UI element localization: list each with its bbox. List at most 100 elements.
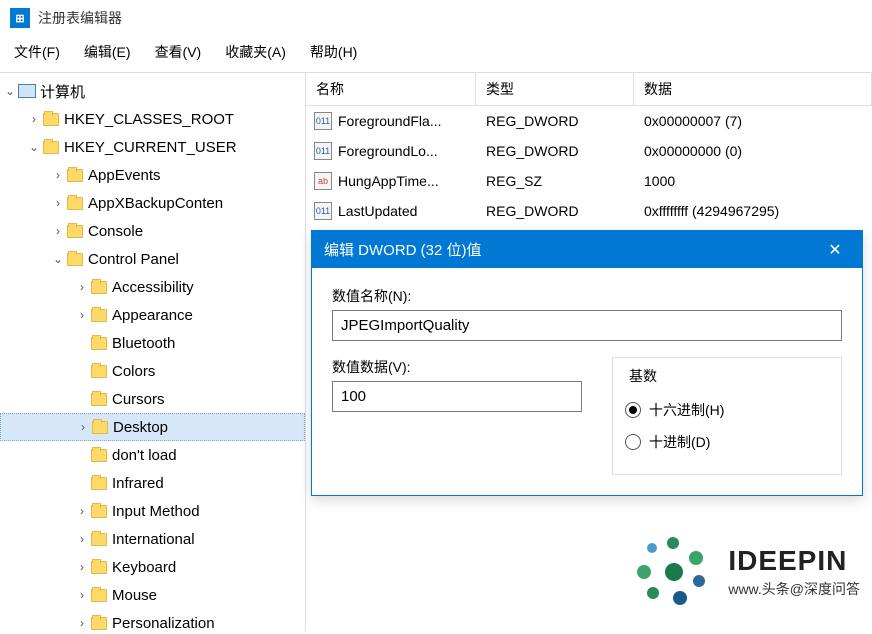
close-icon[interactable]: ✕ [820, 240, 850, 260]
chevron-down-icon[interactable]: ⌄ [50, 252, 66, 266]
value-icon: ab [314, 172, 332, 190]
title-bar: ⊞ 注册表编辑器 [0, 0, 872, 36]
logo-icon [631, 529, 716, 614]
tree-bluetooth[interactable]: Bluetooth [0, 329, 305, 357]
value-data: 0xffffffff (4294967295) [634, 203, 872, 219]
tree-dontload[interactable]: don't load [0, 441, 305, 469]
value-name: ForegroundFla... [338, 113, 442, 129]
tree-accessibility[interactable]: › Accessibility [0, 273, 305, 301]
chevron-right-icon[interactable]: › [50, 196, 66, 210]
table-row[interactable]: 011LastUpdatedREG_DWORD0xffffffff (42949… [306, 196, 872, 226]
value-data: 0x00000007 (7) [634, 113, 872, 129]
chevron-right-icon[interactable]: › [74, 532, 90, 546]
tree-cursors[interactable]: Cursors [0, 385, 305, 413]
radio-dec[interactable]: 十进制(D) [625, 426, 829, 458]
menu-view[interactable]: 查看(V) [155, 42, 202, 62]
menu-edit[interactable]: 编辑(E) [84, 42, 131, 62]
value-type: REG_SZ [476, 173, 634, 189]
watermark-sub: www.头条@深度问答 [728, 579, 860, 599]
value-name-input[interactable] [332, 310, 842, 341]
radio-hex-label: 十六进制(H) [649, 400, 724, 420]
tree-hkcu[interactable]: ⌄ HKEY_CURRENT_USER [0, 133, 305, 161]
chevron-right-icon[interactable]: › [74, 616, 90, 630]
table-row[interactable]: 011ForegroundFla...REG_DWORD0x00000007 (… [306, 106, 872, 136]
folder-icon [90, 502, 108, 520]
radio-hex[interactable]: 十六进制(H) [625, 394, 829, 426]
folder-icon [91, 418, 109, 436]
menu-file[interactable]: 文件(F) [14, 42, 60, 62]
tree-label: Cursors [112, 391, 165, 408]
tree-international[interactable]: › International [0, 525, 305, 553]
list-header: 名称 类型 数据 [306, 73, 872, 106]
menu-favorites[interactable]: 收藏夹(A) [225, 42, 286, 62]
tree-console[interactable]: › Console [0, 217, 305, 245]
folder-icon [66, 166, 84, 184]
tree-desktop[interactable]: › Desktop [0, 413, 305, 441]
pc-icon [18, 82, 36, 100]
table-row[interactable]: 011ForegroundLo...REG_DWORD0x00000000 (0… [306, 136, 872, 166]
table-row[interactable]: ab HungAppTime... REG_SZ1000 [306, 166, 872, 196]
app-title: 注册表编辑器 [38, 8, 122, 28]
chevron-right-icon[interactable]: › [26, 112, 42, 126]
tree-panel[interactable]: ⌄ 计算机 › HKEY_CLASSES_ROOT ⌄ HKEY_CURRENT… [0, 73, 306, 631]
value-type: REG_DWORD [476, 113, 634, 129]
tree-label: Control Panel [88, 251, 179, 268]
tree-label: AppXBackupConten [88, 195, 223, 212]
tree-inputmethod[interactable]: › Input Method [0, 497, 305, 525]
dialog-titlebar: 编辑 DWORD (32 位)值 ✕ [312, 231, 862, 268]
chevron-right-icon[interactable]: › [74, 504, 90, 518]
tree-label: don't load [112, 447, 177, 464]
col-header-data[interactable]: 数据 [634, 73, 872, 105]
col-header-name[interactable]: 名称 [306, 73, 476, 105]
app-icon: ⊞ [10, 8, 30, 28]
tree-appxbackup[interactable]: › AppXBackupConten [0, 189, 305, 217]
folder-icon [90, 530, 108, 548]
value-icon: 011 [314, 202, 332, 220]
folder-icon [90, 474, 108, 492]
chevron-right-icon[interactable]: › [75, 420, 91, 434]
tree-mouse[interactable]: › Mouse [0, 581, 305, 609]
folder-icon [66, 194, 84, 212]
value-data-label: 数值数据(V): [332, 357, 582, 377]
value-name: HungAppTime... [338, 173, 439, 189]
value-data-input[interactable] [332, 381, 582, 412]
chevron-right-icon[interactable]: › [50, 224, 66, 238]
folder-icon [90, 362, 108, 380]
tree-colors[interactable]: Colors [0, 357, 305, 385]
folder-icon [42, 138, 60, 156]
tree-label: Personalization [112, 615, 215, 632]
chevron-right-icon[interactable]: › [74, 308, 90, 322]
folder-icon [90, 306, 108, 324]
tree-label: 计算机 [40, 81, 85, 102]
tree-label: Keyboard [112, 559, 176, 576]
chevron-right-icon[interactable]: › [74, 588, 90, 602]
tree-label: International [112, 531, 195, 548]
tree-appearance[interactable]: › Appearance [0, 301, 305, 329]
chevron-down-icon[interactable]: ⌄ [26, 140, 42, 154]
value-type: REG_DWORD [476, 143, 634, 159]
col-header-type[interactable]: 类型 [476, 73, 634, 105]
tree-label: HKEY_CLASSES_ROOT [64, 111, 234, 128]
tree-label: Bluetooth [112, 335, 175, 352]
chevron-right-icon[interactable]: › [74, 560, 90, 574]
chevron-right-icon[interactable]: › [50, 168, 66, 182]
tree-appevents[interactable]: › AppEvents [0, 161, 305, 189]
menu-help[interactable]: 帮助(H) [310, 42, 357, 62]
chevron-right-icon[interactable]: › [74, 280, 90, 294]
folder-icon [90, 614, 108, 631]
chevron-down-icon[interactable]: ⌄ [2, 84, 18, 98]
watermark-brand: IDEEPIN [728, 545, 860, 577]
tree-root[interactable]: ⌄ 计算机 [0, 77, 305, 105]
tree-label: Console [88, 223, 143, 240]
folder-icon [90, 586, 108, 604]
tree-personalization[interactable]: › Personalization [0, 609, 305, 631]
tree-infrared[interactable]: Infrared [0, 469, 305, 497]
tree-keyboard[interactable]: › Keyboard [0, 553, 305, 581]
tree-label: Colors [112, 363, 155, 380]
tree-label: Appearance [112, 307, 193, 324]
tree-controlpanel[interactable]: ⌄ Control Panel [0, 245, 305, 273]
tree-hkcr[interactable]: › HKEY_CLASSES_ROOT [0, 105, 305, 133]
value-data: 1000 [634, 173, 872, 189]
radio-icon [625, 402, 641, 418]
tree-label: Input Method [112, 503, 200, 520]
